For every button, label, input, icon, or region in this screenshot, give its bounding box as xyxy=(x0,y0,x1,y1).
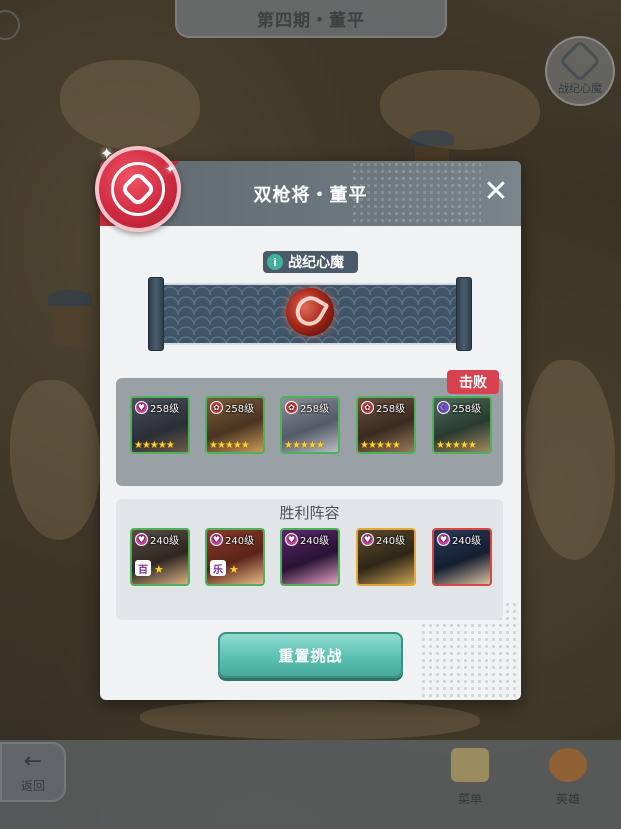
sparkle-icon: ✦ xyxy=(100,144,114,163)
victory-hero-card[interactable]: ♥ 240级百 ★ xyxy=(130,528,190,586)
enemy-hero-card[interactable]: ☾ 258级 ★★★★★ xyxy=(432,396,492,454)
hero-level-text: 258级 xyxy=(300,403,330,415)
reset-challenge-button[interactable]: 重置挑战 xyxy=(218,632,403,678)
victory-hero-card[interactable]: ♥ 240级 xyxy=(280,528,340,586)
hero-level: ♥ 240级 xyxy=(210,532,255,547)
hero-level-text: 258级 xyxy=(225,403,255,415)
hero-level: ✿ 258级 xyxy=(361,400,406,415)
heart-element-icon: ♥ xyxy=(361,532,374,546)
boss-swirl-icon xyxy=(290,291,330,331)
hero-level-text: 258级 xyxy=(150,403,180,415)
hero-level-text: 240级 xyxy=(376,535,406,547)
hero-level: ☾ 258级 xyxy=(437,400,482,415)
hero-level-text: 258级 xyxy=(452,403,482,415)
hero-level: ♥ 258级 xyxy=(135,400,180,415)
boss-portrait[interactable] xyxy=(286,288,334,336)
hero-level: ♥ 240级 xyxy=(285,532,330,547)
enemy-hero-card[interactable]: ✿ 258级 ★★★★★ xyxy=(356,396,416,454)
hero-stars: ★ xyxy=(229,563,239,576)
enemy-hero-card[interactable]: ♥ 258级 ★★★★★ xyxy=(130,396,190,454)
flower-element-icon: ✿ xyxy=(285,400,298,414)
hero-stars: ★★★★★ xyxy=(284,440,325,451)
enemy-hero-card[interactable]: ✿ 258级 ★★★★★ xyxy=(280,396,340,454)
hero-level: ✿ 258级 xyxy=(210,400,255,415)
hero-level: ✿ 258级 xyxy=(285,400,330,415)
heart-element-icon: ♥ xyxy=(285,532,298,546)
victory-hero-card[interactable]: ♥ 240级 xyxy=(432,528,492,586)
hero-stars: ★★★★★ xyxy=(360,440,401,451)
hero-level-text: 240级 xyxy=(225,535,255,547)
info-icon: i xyxy=(267,254,283,270)
moon-element-icon: ☾ xyxy=(437,400,450,414)
heart-element-icon: ♥ xyxy=(210,532,223,546)
scroll-rod-left xyxy=(148,277,164,351)
heart-element-icon: ♥ xyxy=(135,532,148,546)
flower-element-icon: ✿ xyxy=(210,400,223,414)
hero-class-tag: 乐 xyxy=(210,560,226,576)
scroll-rod-right xyxy=(456,277,472,351)
sparkle-icon: ✦ xyxy=(165,162,176,176)
hero-level: ♥ 240级 xyxy=(135,532,180,547)
heart-element-icon: ♥ xyxy=(437,532,450,546)
hero-level-text: 258级 xyxy=(376,403,406,415)
enemy-hero-card[interactable]: ✿ 258级 ★★★★★ xyxy=(205,396,265,454)
hero-stars: ★★★★★ xyxy=(209,440,250,451)
heart-element-icon: ♥ xyxy=(135,400,148,414)
victory-hero-card[interactable]: ♥ 240级 xyxy=(356,528,416,586)
flower-element-icon: ✿ xyxy=(361,400,374,414)
hero-level: ♥ 240级 xyxy=(361,532,406,547)
hero-level: ♥ 240级 xyxy=(437,532,482,547)
hero-level-text: 240级 xyxy=(300,535,330,547)
hero-stars: ★★★★★ xyxy=(436,440,477,451)
hero-stars: ★ xyxy=(154,563,164,576)
victory-hero-card[interactable]: ♥ 240级乐 ★ xyxy=(205,528,265,586)
victory-lineup-title: 胜利阵容 xyxy=(279,504,340,522)
defeat-badge: 击败 xyxy=(447,370,499,394)
hero-class-tag: 百 xyxy=(135,560,151,576)
hero-level-text: 240级 xyxy=(150,535,180,547)
close-icon[interactable]: ✕ xyxy=(478,173,514,209)
boss-tag[interactable]: i 战纪心魔 xyxy=(263,251,358,273)
hero-stars: ★★★★★ xyxy=(134,440,175,451)
boss-tag-label: 战纪心魔 xyxy=(288,255,344,271)
hero-level-text: 240级 xyxy=(452,535,482,547)
